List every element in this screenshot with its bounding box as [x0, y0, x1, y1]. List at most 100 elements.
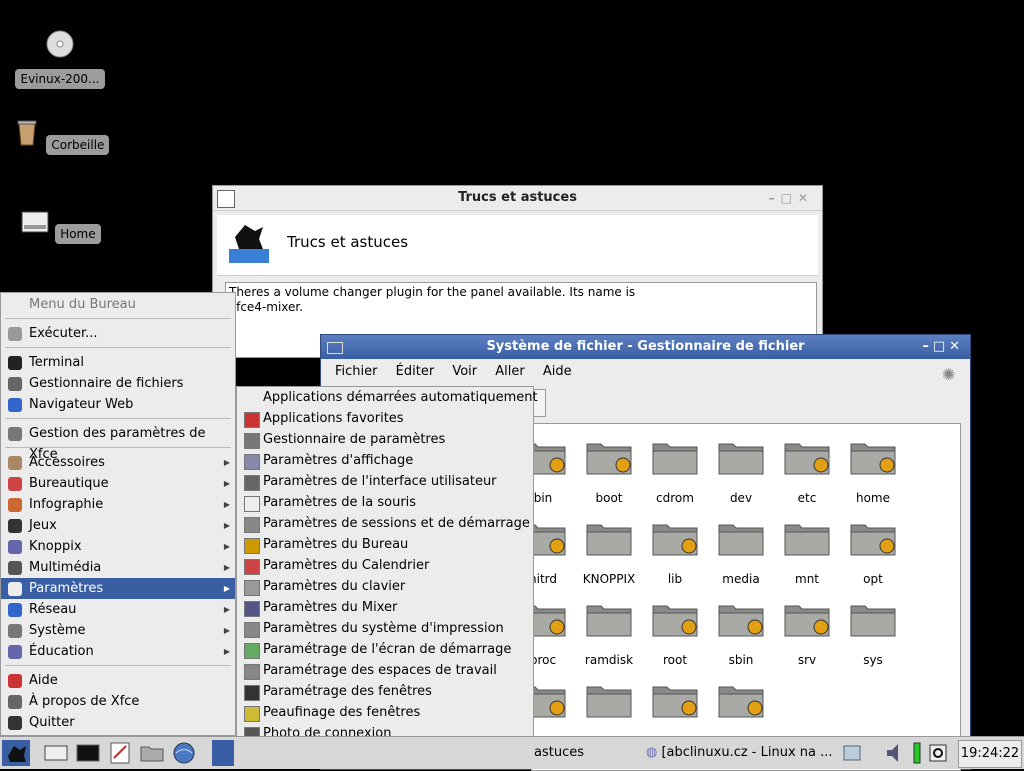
window-buttons[interactable]: –□✕	[769, 186, 814, 210]
submenu-item[interactable]: Gestionnaire de paramètres	[237, 429, 533, 450]
folder-item[interactable]: root	[642, 600, 708, 667]
tray-volume-icon[interactable]	[884, 740, 904, 766]
folder-view[interactable]: bin boot cdrom dev etc home nitrd KNOPPIX lib med…	[531, 423, 961, 771]
folder-item[interactable]: media	[708, 519, 774, 586]
tips-window: Trucs et astuces –□✕ Trucs et astuces Th…	[212, 185, 823, 358]
tips-titlebar[interactable]: Trucs et astuces –□✕	[213, 186, 822, 211]
folder-item[interactable]	[532, 681, 576, 734]
fm-titlebar[interactable]: Système de fichier - Gestionnaire de fic…	[321, 335, 970, 359]
menu-item-education[interactable]: Éducation ▶	[1, 641, 235, 662]
menu-aller[interactable]: Aller	[495, 364, 524, 379]
folder-item[interactable]: nitrd	[532, 519, 576, 586]
web-browser-icon	[8, 398, 22, 412]
menu-item-a-propos-de-xfce[interactable]: À propos de Xfce	[1, 691, 235, 712]
launcher-editor[interactable]	[106, 740, 134, 766]
submenu-item[interactable]: Paramètres de la souris	[237, 492, 533, 513]
launcher-terminal[interactable]	[74, 740, 102, 766]
folder-item[interactable]: home	[840, 438, 906, 505]
menu-item-infographie[interactable]: Infographie ▶	[1, 494, 235, 515]
menu-item-parametres[interactable]: Paramètres ▶	[1, 578, 235, 599]
menu-editer[interactable]: Éditer	[396, 364, 435, 379]
menu-item-knoppix[interactable]: Knoppix ▶	[1, 536, 235, 557]
menu-item-terminal[interactable]: Terminal	[1, 352, 235, 373]
submenu-item[interactable]: Paramètres du clavier	[237, 576, 533, 597]
menu-item-quitter[interactable]: Quitter	[1, 712, 235, 733]
desktop-icon-trash[interactable]: Corbeille	[10, 117, 110, 155]
launcher-file-manager[interactable]	[138, 740, 166, 766]
settings-item-icon	[244, 580, 260, 596]
menu-item-jeux[interactable]: Jeux ▶	[1, 515, 235, 536]
tray-power-icon[interactable]	[928, 740, 948, 766]
menu-aide[interactable]: Aide	[543, 364, 572, 379]
folder-item[interactable]	[708, 681, 774, 734]
submenu-item[interactable]: Paramètres d'affichage	[237, 450, 533, 471]
folder-item[interactable]: KNOPPIX	[576, 519, 642, 586]
submenu-item-label: Paramètres du Calendrier	[263, 558, 430, 573]
folder-item[interactable]: opt	[840, 519, 906, 586]
window-buttons[interactable]: –□✕	[922, 335, 964, 359]
submenu-item[interactable]: Paramétrage des espaces de travail	[237, 660, 533, 681]
panel-clock[interactable]: 19:24:22	[958, 740, 1022, 768]
settings-item-icon	[244, 517, 260, 533]
folder-item[interactable]: srv	[774, 600, 840, 667]
menu-item-systeme[interactable]: Système ▶	[1, 620, 235, 641]
folder-item[interactable]: cdrom	[642, 438, 708, 505]
folder-item[interactable]: dev	[708, 438, 774, 505]
folder-label: boot	[595, 491, 623, 505]
menu-voir[interactable]: Voir	[452, 364, 477, 379]
launcher-home[interactable]	[42, 740, 70, 766]
submenu-item[interactable]: Paramètres du Calendrier	[237, 555, 533, 576]
menu-item-accessoires[interactable]: Accessoires ▶	[1, 452, 235, 473]
desktop-icon-home[interactable]: Home	[10, 206, 110, 244]
settings-item-icon	[244, 391, 258, 405]
menu-item-bureautique[interactable]: Bureautique ▶	[1, 473, 235, 494]
submenu-item[interactable]: Paramètres du système d'impression	[237, 618, 533, 639]
folder-item[interactable]: bin	[532, 438, 576, 505]
drive-icon	[44, 745, 68, 761]
submenu-item-label: Paramètres du Bureau	[263, 537, 409, 552]
submenu-item[interactable]: Paramètres de l'interface utilisateur	[237, 471, 533, 492]
menu-item-aide[interactable]: Aide	[1, 670, 235, 691]
folder-item[interactable]: etc	[774, 438, 840, 505]
menu-separator	[5, 347, 231, 348]
submenu-item[interactable]: Applications favorites	[237, 408, 533, 429]
desktop-icon-cdrom[interactable]: Evinux-200...	[10, 28, 110, 89]
workspace-switcher[interactable]	[212, 740, 234, 766]
submenu-item[interactable]: Paramètres du Mixer	[237, 597, 533, 618]
folder-item[interactable]: sbin	[708, 600, 774, 667]
menu-item-label: Paramètres	[29, 581, 104, 596]
menu-item-label: Aide	[29, 673, 58, 688]
folder-icon	[850, 524, 896, 556]
xfce-menu-button[interactable]	[2, 740, 30, 766]
submenu-item[interactable]: Paramètres du Bureau	[237, 534, 533, 555]
launcher-web-browser[interactable]	[170, 740, 198, 766]
menu-item-gestion-des-parametres-de-xfce[interactable]: Gestion des paramètres de Xfce	[1, 423, 235, 462]
submenu-item[interactable]: Paramétrage des fenêtres	[237, 681, 533, 702]
menu-item-executer[interactable]: Exécuter...	[1, 323, 235, 344]
folder-item[interactable]	[642, 681, 708, 734]
folder-icon	[850, 605, 896, 637]
menu-item-reseau[interactable]: Réseau ▶	[1, 599, 235, 620]
settings-item-icon	[244, 601, 260, 617]
folder-item[interactable]: lib	[642, 519, 708, 586]
menu-item-gestionnaire-de-fichiers[interactable]: Gestionnaire de fichiers	[1, 373, 235, 394]
folder-icon	[652, 524, 698, 556]
submenu-item[interactable]: Applications démarrées automatiquement	[237, 387, 538, 408]
taskbar-item-tips[interactable]: astuces	[534, 740, 634, 766]
menu-item-navigateur-web[interactable]: Navigateur Web	[1, 394, 235, 415]
menu-fichier[interactable]: Fichier	[335, 364, 378, 379]
taskbar-item-browser[interactable]: ◍ [abclinuxu.cz - Linux na ...	[646, 740, 832, 766]
submenu-item[interactable]: Peaufinage des fenêtres	[237, 702, 533, 723]
menu-item-label: Navigateur Web	[29, 397, 134, 412]
menu-item-multimedia[interactable]: Multimédia ▶	[1, 557, 235, 578]
folder-item[interactable]: boot	[576, 438, 642, 505]
terminal-icon	[8, 356, 22, 370]
tray-network-icon[interactable]	[842, 740, 862, 766]
folder-item[interactable]: proc	[532, 600, 576, 667]
folder-item[interactable]: ramdisk	[576, 600, 642, 667]
text-editor-icon	[110, 742, 130, 764]
folder-item[interactable]: mnt	[774, 519, 840, 586]
folder-item[interactable]: sys	[840, 600, 906, 667]
submenu-item[interactable]: Paramétrage de l'écran de démarrage	[237, 639, 533, 660]
submenu-item[interactable]: Paramètres de sessions et de démarrage	[237, 513, 533, 534]
